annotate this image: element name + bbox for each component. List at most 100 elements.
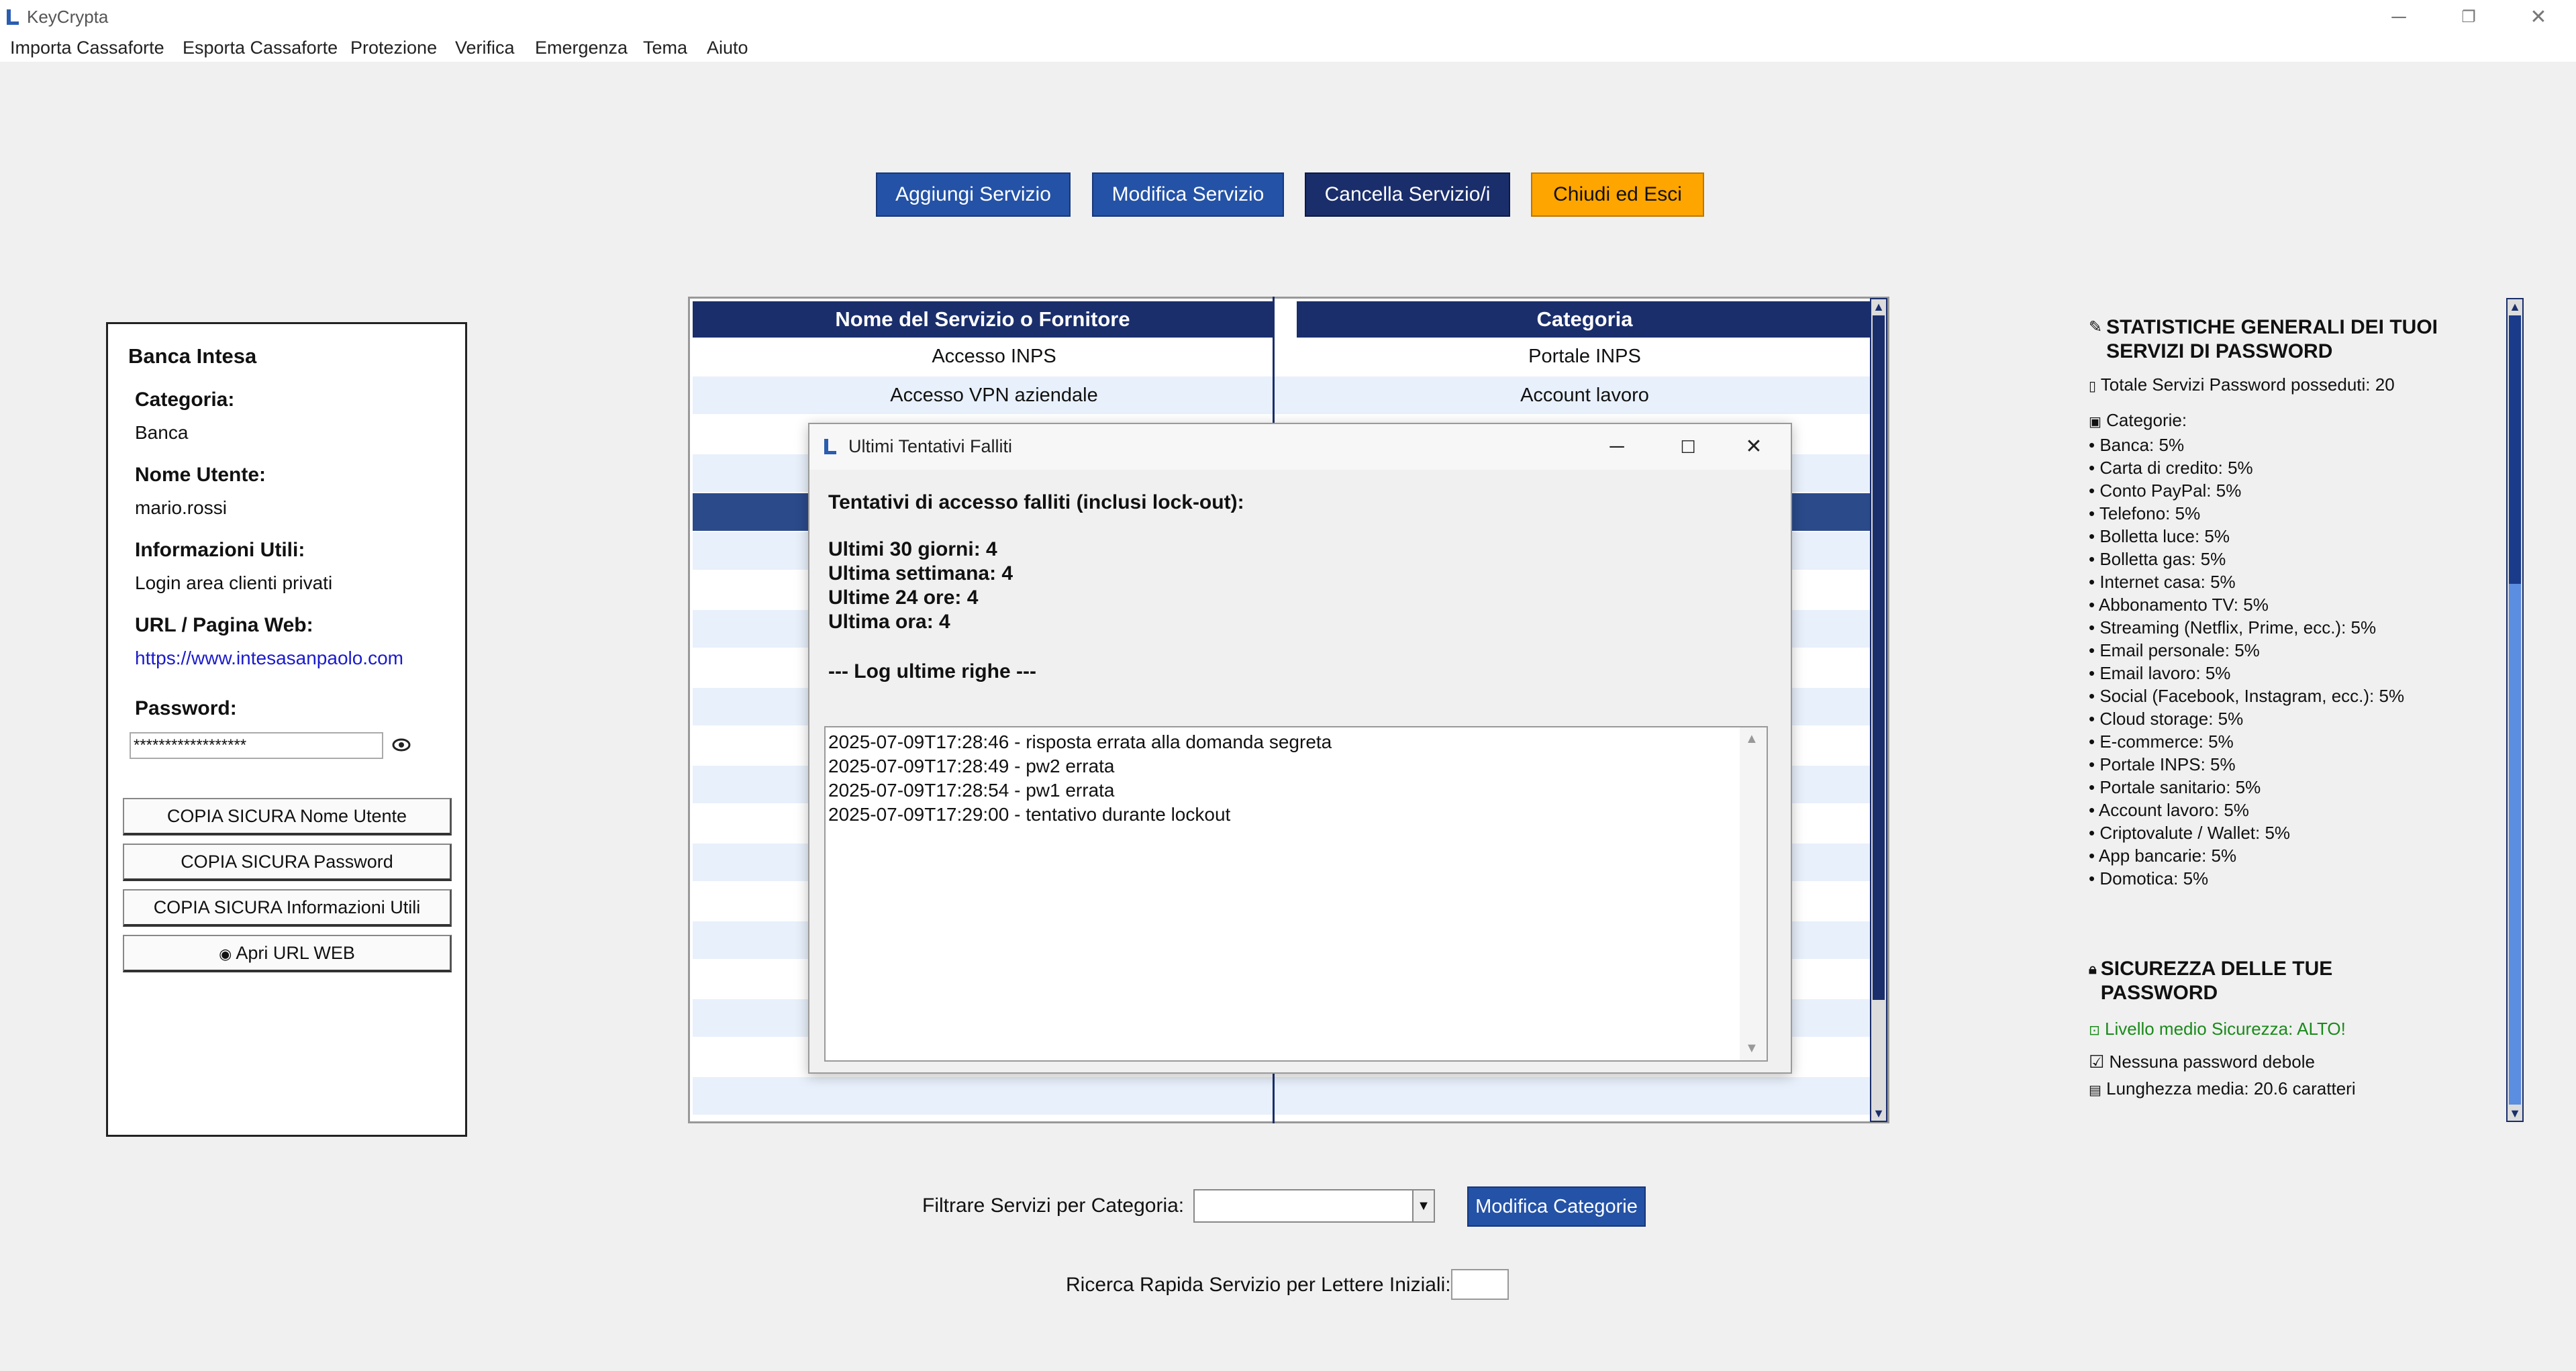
open-url-label: Apri URL WEB <box>236 943 355 963</box>
log-heading: --- Log ultime righe --- <box>828 660 1036 682</box>
category-stat-item: • Conto PayPal: 5% <box>2089 480 2242 501</box>
menu-tema[interactable]: Tema <box>643 38 687 58</box>
dialog-heading: Tentativi di accesso falliti (inclusi lo… <box>828 491 1244 513</box>
security-heading: 🔒︎ SICUREZZA DELLE TUE PASSWORD <box>2089 957 2491 1005</box>
username-value: mario.rossi <box>135 497 227 518</box>
no-weak-passwords: ☑ Nessuna password debole <box>2089 1050 2491 1073</box>
category-stat-item: • Email personale: 5% <box>2089 640 2260 660</box>
category-stat-item: • Streaming (Netflix, Prime, ecc.): 5% <box>2089 617 2377 638</box>
scrollbar-thumb[interactable] <box>1873 315 1885 1000</box>
category-stat-item: • Banca: 5% <box>2089 435 2185 455</box>
dialog-minimize-button[interactable]: ─ <box>1581 428 1652 466</box>
url-link[interactable]: https://www.intesasanpaolo.com <box>135 648 403 669</box>
scroll-up-icon[interactable]: ▲ <box>1745 731 1758 747</box>
category-stat-item: • Email lavoro: 5% <box>2089 663 2231 683</box>
menu-emergenza[interactable]: Emergenza <box>535 38 628 58</box>
category-value: Banca <box>135 422 189 443</box>
edit-categories-button[interactable]: Modifica Categorie <box>1467 1186 1646 1227</box>
open-url-button[interactable]: ◉ Apri URL WEB <box>123 935 452 972</box>
column-header-category[interactable]: Categoria <box>1297 301 1873 338</box>
menu-importa[interactable]: Importa Cassaforte <box>10 38 164 58</box>
dialog-title-bar: Ultimi Tentativi Falliti ─ ☐ ✕ <box>809 424 1791 470</box>
app-icon <box>7 9 19 25</box>
url-label: URL / Pagina Web: <box>135 614 313 636</box>
category-stat-item: • Portale INPS: 5% <box>2089 754 2236 774</box>
dialog-maximize-button[interactable]: ☐ <box>1652 428 1724 466</box>
dialog-close-button[interactable]: ✕ <box>1718 428 1789 466</box>
table-scrollbar[interactable]: ▲ ▼ <box>1870 298 1887 1122</box>
chevron-down-icon[interactable]: ▼ <box>1412 1190 1434 1221</box>
stats-scrollbar[interactable]: ▲ ▼ <box>2506 298 2524 1122</box>
exit-button[interactable]: Chiudi ed Esci <box>1531 172 1704 217</box>
column-header-service[interactable]: Nome del Servizio o Fornitore <box>693 301 1273 338</box>
table-row[interactable] <box>693 1077 1873 1115</box>
lock-icon: 🔒︎ <box>2089 960 2097 977</box>
quick-search-input[interactable] <box>1451 1269 1509 1300</box>
category-stat-item: • Cloud storage: 5% <box>2089 709 2244 729</box>
log-scrollbar[interactable]: ▲ ▼ <box>1740 727 1767 1060</box>
stat-last-30-days: Ultimi 30 giorni: 4 <box>828 538 997 560</box>
edit-service-button[interactable]: Modifica Servizio <box>1092 172 1284 217</box>
log-line: 2025-07-09T17:29:00 - tentativo durante … <box>828 804 1231 825</box>
scroll-down-icon[interactable]: ▼ <box>1871 1106 1886 1121</box>
menu-aiuto[interactable]: Aiuto <box>707 38 748 58</box>
category-stat-item: • Bolletta luce: 5% <box>2089 526 2230 546</box>
log-line: 2025-07-09T17:28:49 - pw2 errata <box>828 756 1115 776</box>
scrollbar-track-dark <box>2509 315 2521 584</box>
total-services-text: Totale Servizi Password posseduti: 20 <box>2100 374 2395 395</box>
table-row[interactable]: Accesso INPS Portale INPS <box>693 338 1873 375</box>
menu-verifica[interactable]: Verifica <box>455 38 515 58</box>
chart-icon: ▣ <box>2089 415 2101 429</box>
general-stats-title: STATISTICHE GENERALI DEI TUOI SERVIZI DI… <box>2106 316 2438 362</box>
close-button[interactable]: ✕ <box>2504 0 2573 35</box>
category-stat-item: • Internet casa: 5% <box>2089 572 2236 592</box>
scrollbar-thumb[interactable] <box>2509 584 2521 1105</box>
menu-esporta[interactable]: Esporta Cassaforte <box>183 38 338 58</box>
copy-username-button[interactable]: COPIA SICURA Nome Utente <box>123 798 452 835</box>
quick-search-label: Ricerca Rapida Servizio per Lettere Iniz… <box>1066 1274 1451 1296</box>
filter-category-label: Filtrare Servizi per Categoria: <box>922 1195 1185 1217</box>
category-stat-item: • E-commerce: 5% <box>2089 731 2234 752</box>
copy-info-button[interactable]: COPIA SICURA Informazioni Utili <box>123 889 452 927</box>
dialog-app-icon <box>824 439 836 454</box>
pin-icon: ✎ <box>2089 318 2103 336</box>
restore-button[interactable]: ❐ <box>2434 0 2504 35</box>
stat-last-hour: Ultima ora: 4 <box>828 611 950 633</box>
security-level-text: Livello medio Sicurezza: ALTO! <box>2105 1019 2346 1039</box>
ruler-icon: ▤ <box>2089 1083 2101 1098</box>
category-stat-item: • Carta di credito: 5% <box>2089 458 2253 478</box>
minimize-button[interactable]: ─ <box>2364 0 2434 35</box>
phone-icon: ▯ <box>2089 379 2097 394</box>
scroll-up-icon[interactable]: ▲ <box>2508 299 2522 314</box>
scroll-up-icon[interactable]: ▲ <box>1871 299 1886 314</box>
username-label: Nome Utente: <box>135 464 266 486</box>
category-filter-select[interactable]: ▼ <box>1193 1189 1435 1223</box>
log-textarea[interactable]: 2025-07-09T17:28:46 - risposta errata al… <box>824 726 1768 1062</box>
show-password-icon[interactable] <box>390 733 413 756</box>
info-value: Login area clienti privati <box>135 572 333 593</box>
category-stat-item: • App bancarie: 5% <box>2089 846 2237 866</box>
category-list: • Banca: 5% • Carta di credito: 5% • Conto… <box>2089 434 2491 890</box>
categories-heading: ▣ Categorie: <box>2089 409 2491 434</box>
general-stats-heading: ✎ STATISTICHE GENERALI DEI TUOI SERVIZI … <box>2089 315 2491 364</box>
category-stat-item: • Abbonamento TV: 5% <box>2089 595 2269 615</box>
menu-protezione[interactable]: Protezione <box>350 38 437 58</box>
category-label: Categoria: <box>135 389 235 411</box>
delete-service-button[interactable]: Cancella Servizio/i <box>1305 172 1510 217</box>
stat-last-24h: Ultime 24 ore: 4 <box>828 587 979 609</box>
total-services: ▯ Totale Servizi Password posseduti: 20 <box>2089 373 2491 398</box>
title-bar: KeyCrypta ─ ❐ ✕ <box>0 0 2576 35</box>
dialog-title: Ultimi Tentativi Falliti <box>848 436 1013 456</box>
scroll-down-icon[interactable]: ▼ <box>2508 1106 2522 1121</box>
menu-bar: Importa Cassaforte Esporta Cassaforte Pr… <box>0 35 2576 62</box>
service-name: Banca Intesa <box>128 344 257 368</box>
table-row[interactable]: Accesso VPN aziendale Account lavoro <box>693 376 1873 414</box>
password-field[interactable]: ****************** <box>130 732 383 759</box>
category-stat-item: • Criptovalute / Wallet: 5% <box>2089 823 2291 843</box>
add-service-button[interactable]: Aggiungi Servizio <box>876 172 1071 217</box>
category-stat-item: • Portale sanitario: 5% <box>2089 777 2261 797</box>
scroll-down-icon[interactable]: ▼ <box>1745 1041 1758 1056</box>
cell-service: Accesso INPS <box>932 346 1056 367</box>
copy-password-button[interactable]: COPIA SICURA Password <box>123 844 452 881</box>
log-line: 2025-07-09T17:28:46 - risposta errata al… <box>828 731 1332 752</box>
